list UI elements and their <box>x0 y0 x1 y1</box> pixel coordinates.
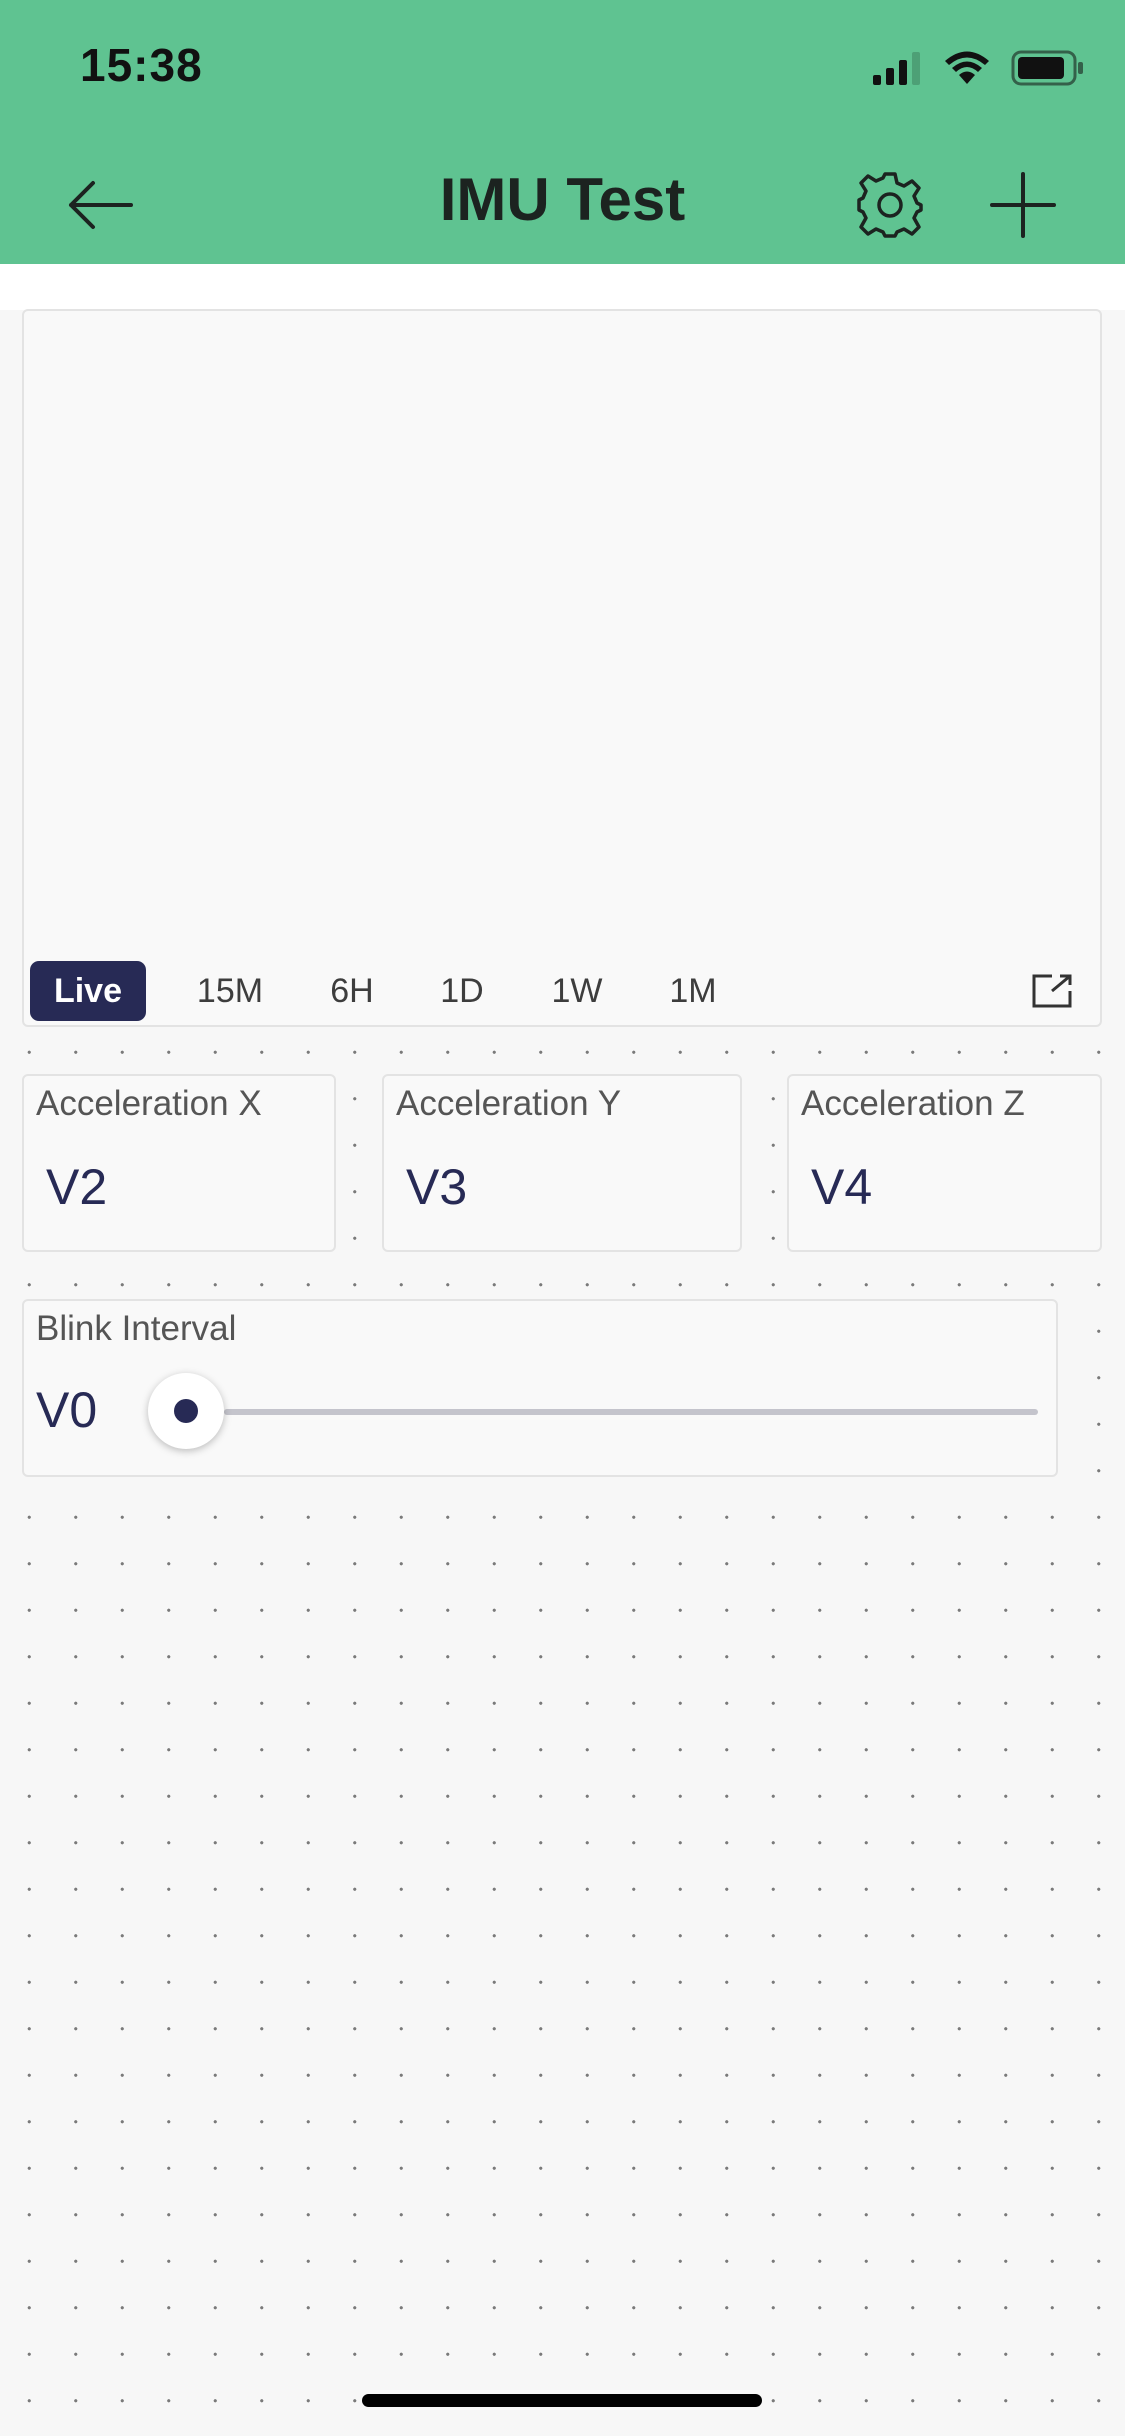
value-display-acceleration-y[interactable]: Acceleration Y V3 <box>382 1074 742 1252</box>
display-value: V4 <box>811 1159 873 1215</box>
home-indicator <box>362 2394 762 2407</box>
time-range-selector: Live 15M 6H 1D 1W 1M <box>30 961 1096 1025</box>
value-display-acceleration-z[interactable]: Acceleration Z V4 <box>787 1074 1102 1252</box>
status-icons <box>871 48 1085 88</box>
header-spacer <box>0 264 1125 310</box>
display-label: Acceleration X <box>36 1084 262 1123</box>
range-1d-button[interactable]: 1D <box>422 961 502 1021</box>
slider-widget: Blink Interval V0 <box>22 1299 1058 1477</box>
slider-value: V0 <box>36 1382 98 1438</box>
wifi-icon <box>945 51 989 84</box>
page-title: IMU Test <box>439 166 686 233</box>
chart-widget[interactable]: Live 15M 6H 1D 1W 1M <box>22 309 1102 1027</box>
range-live-button[interactable]: Live <box>30 961 146 1021</box>
display-label: Acceleration Z <box>801 1084 1025 1123</box>
fullscreen-icon[interactable] <box>1030 973 1074 1009</box>
value-display-acceleration-x[interactable]: Acceleration X V2 <box>22 1074 336 1252</box>
slider-track[interactable] <box>224 1409 1038 1415</box>
battery-icon <box>1011 50 1083 86</box>
add-button[interactable] <box>978 160 1068 250</box>
range-1w-button[interactable]: 1W <box>532 961 622 1021</box>
gear-icon <box>857 172 923 238</box>
range-1m-button[interactable]: 1M <box>648 961 738 1021</box>
app-header: 15:38 IMU Test <box>0 0 1125 264</box>
plus-icon <box>990 172 1056 238</box>
cellular-signal-icon <box>873 52 920 85</box>
range-6h-button[interactable]: 6H <box>312 961 392 1021</box>
display-value: V3 <box>406 1159 468 1215</box>
display-label: Acceleration Y <box>396 1084 622 1123</box>
status-time: 15:38 <box>80 39 203 91</box>
slider-thumb[interactable] <box>148 1373 224 1449</box>
display-value: V2 <box>46 1159 108 1215</box>
range-15m-button[interactable]: 15M <box>180 961 280 1021</box>
slider-label: Blink Interval <box>36 1309 237 1348</box>
settings-button[interactable] <box>845 160 935 250</box>
